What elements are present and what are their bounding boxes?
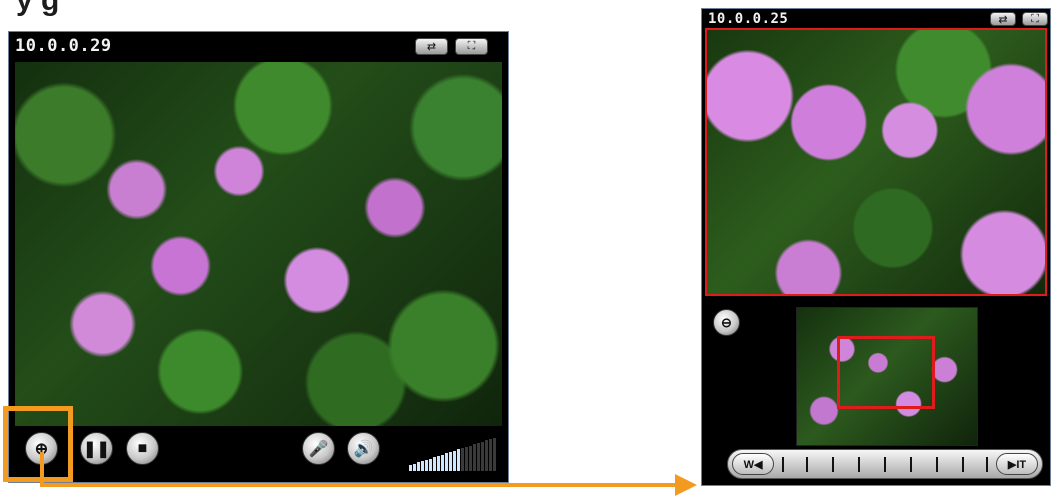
volume-bar bbox=[469, 445, 472, 471]
volume-bar bbox=[421, 461, 424, 471]
swap-view-icon[interactable]: ⇄ bbox=[990, 12, 1016, 26]
pause-button[interactable]: ❚❚ bbox=[80, 432, 113, 465]
volume-bar bbox=[425, 459, 428, 471]
timeline-tick bbox=[832, 457, 834, 472]
fullscreen-icon[interactable]: ⛶ bbox=[1022, 12, 1048, 26]
stop-icon: ■ bbox=[137, 439, 148, 457]
volume-bar bbox=[449, 452, 452, 471]
timeline-tick bbox=[936, 457, 938, 472]
volume-bar bbox=[457, 449, 460, 471]
annotation-arrow-head bbox=[675, 474, 697, 496]
timeline-tick bbox=[858, 457, 860, 472]
timeline-tick bbox=[986, 457, 988, 472]
volume-bar bbox=[477, 442, 480, 471]
zoom-out-button[interactable]: ⊖ bbox=[713, 309, 740, 336]
volume-bar bbox=[445, 453, 448, 471]
microphone-icon: 🎤 bbox=[308, 440, 329, 458]
timeline-tick bbox=[806, 457, 808, 472]
annotation-arrow-stem bbox=[40, 452, 44, 487]
right-titlebar: 10.0.0.25 ⇄ ⛶ bbox=[702, 9, 1050, 27]
volume-bar bbox=[481, 441, 484, 471]
zoom-out-icon: ⊖ bbox=[721, 314, 732, 330]
volume-bar bbox=[465, 446, 468, 471]
right-camera-viewer: 10.0.0.25 ⇄ ⛶ ⊖ W◀ ▶IT bbox=[701, 8, 1051, 486]
zoomed-video-feed[interactable] bbox=[705, 28, 1047, 296]
microphone-button[interactable]: 🎤 bbox=[302, 432, 335, 465]
timeline-tick bbox=[782, 457, 784, 472]
timeline-tick bbox=[910, 457, 912, 472]
fullscreen-icon[interactable]: ⛶ bbox=[455, 38, 488, 55]
zoom-region-selector[interactable] bbox=[837, 336, 935, 409]
timeline-tick bbox=[962, 457, 964, 472]
volume-bar bbox=[437, 455, 440, 471]
volume-bar bbox=[473, 444, 476, 471]
speaker-icon: 🔊 bbox=[353, 440, 374, 458]
volume-level[interactable] bbox=[409, 437, 501, 471]
volume-bar bbox=[485, 440, 488, 471]
swap-view-icon[interactable]: ⇄ bbox=[415, 38, 448, 55]
playback-timeline[interactable]: W◀ ▶IT bbox=[727, 449, 1043, 479]
left-video-feed[interactable] bbox=[15, 62, 502, 426]
volume-bar bbox=[461, 448, 464, 471]
annotation-arrow-line bbox=[40, 483, 683, 487]
volume-bar bbox=[429, 458, 432, 471]
timeline-tick bbox=[884, 457, 886, 472]
volume-bar bbox=[413, 463, 416, 471]
page-heading: y g bbox=[16, 0, 60, 17]
volume-bar bbox=[493, 437, 496, 471]
left-titlebar: 10.0.0.29 ⇄ ⛶ bbox=[9, 32, 508, 60]
volume-bar bbox=[433, 457, 436, 471]
volume-bar bbox=[409, 465, 412, 471]
forward-button[interactable]: ▶IT bbox=[996, 453, 1038, 475]
right-ip-address: 10.0.0.25 bbox=[708, 11, 789, 27]
rewind-button[interactable]: W◀ bbox=[732, 453, 774, 475]
zoom-minimap[interactable] bbox=[796, 307, 978, 446]
left-camera-viewer: 10.0.0.29 ⇄ ⛶ ⊕ ❚❚ ■ 🎤 🔊 bbox=[8, 31, 509, 483]
stop-button[interactable]: ■ bbox=[126, 432, 159, 465]
left-ip-address: 10.0.0.29 bbox=[15, 36, 112, 56]
pause-icon: ❚❚ bbox=[83, 440, 110, 458]
zoom-button-highlight bbox=[3, 406, 73, 482]
volume-bar bbox=[441, 454, 444, 471]
speaker-button[interactable]: 🔊 bbox=[347, 432, 380, 465]
volume-bar bbox=[489, 439, 492, 471]
volume-bar bbox=[453, 450, 456, 471]
volume-bar bbox=[417, 462, 420, 471]
